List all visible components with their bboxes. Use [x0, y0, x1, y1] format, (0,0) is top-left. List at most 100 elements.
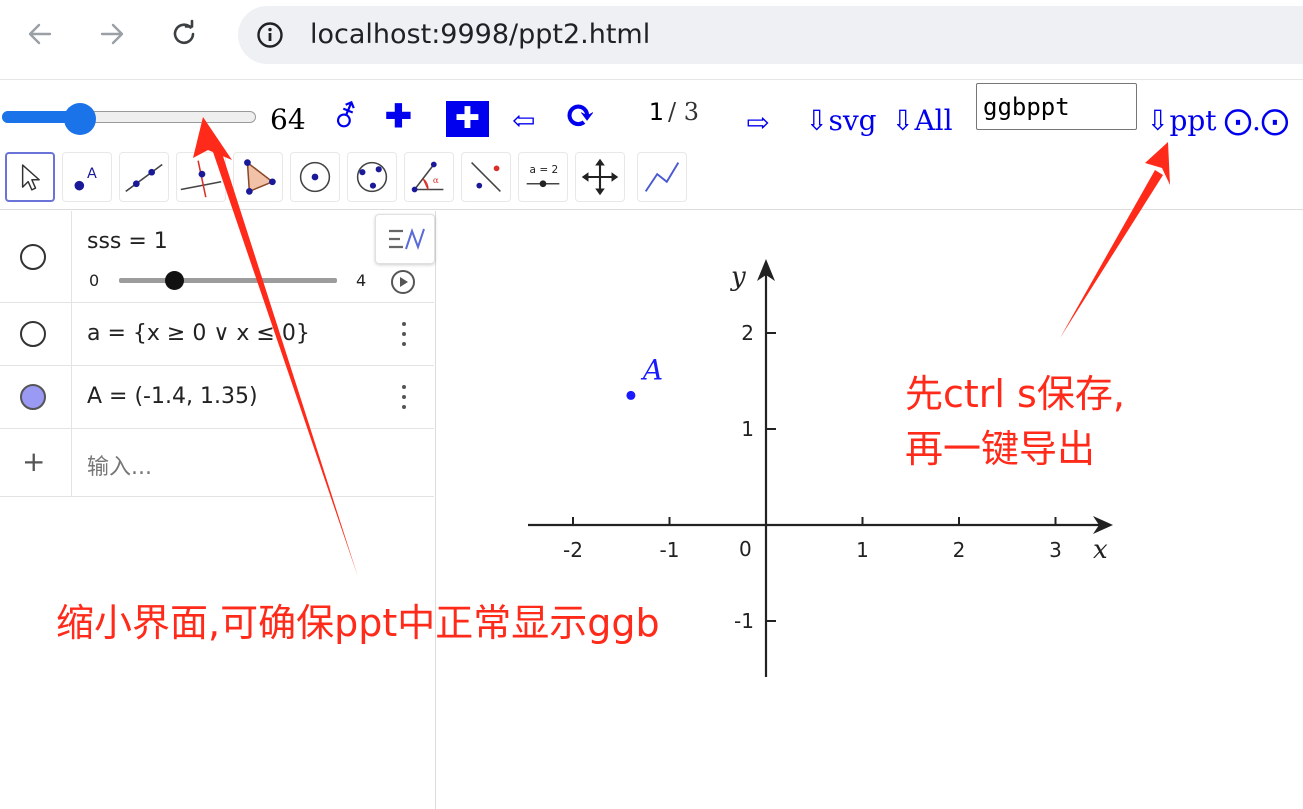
tool-angle[interactable]: α [404, 152, 454, 202]
angle-icon: α [411, 161, 444, 193]
visibility-toggle[interactable] [20, 321, 46, 347]
cursor-arrow-icon [21, 164, 40, 191]
export-svg-link[interactable]: ⇩svg [805, 104, 877, 137]
reload-button[interactable] [164, 14, 204, 54]
perpendicular-line-icon [180, 160, 222, 198]
row-marker [0, 303, 72, 365]
point-icon: A [74, 166, 97, 191]
point-a-label: A [640, 353, 663, 386]
row-definition[interactable]: a = {x ≥ 0 ∨ x ≤ 0} [87, 321, 310, 346]
x-tick-label: 3 [1049, 538, 1062, 562]
tool-circle-three-points[interactable] [347, 152, 397, 202]
add-page-button[interactable]: ✚ [446, 101, 489, 137]
x-tick-label: -1 [660, 538, 680, 562]
page-number-input[interactable] [616, 92, 668, 132]
algebra-style-icon [389, 228, 425, 250]
tool-polygon[interactable] [233, 152, 283, 202]
prev-page-icon[interactable]: ⇦ [512, 104, 535, 137]
polygon-icon [244, 159, 276, 195]
circle-center-icon [299, 161, 331, 193]
reload-icon [173, 19, 195, 44]
svg-text:a = 2: a = 2 [530, 164, 559, 176]
browser-chrome: localhost:9998/ppt2.html [0, 0, 1303, 80]
geogebra-toolbar: A α a = 2 [0, 146, 1303, 210]
more-options-icon[interactable] [398, 320, 410, 350]
back-arrow-icon [28, 23, 52, 45]
x-tick-label: -2 [563, 538, 583, 562]
function-graph-icon [644, 162, 680, 192]
algebra-input-placeholder[interactable]: 输入... [87, 449, 152, 481]
annotation-text-right-line2: 再一键导出 [905, 427, 1096, 471]
sss-slider-track[interactable] [119, 278, 337, 283]
tool-slider[interactable]: a = 2 [518, 152, 568, 202]
graph-canvas[interactable]: -2 -1 1 2 3 2 1 -1 x y 0 A [443, 211, 1303, 809]
zoom-slider-thumb[interactable] [63, 103, 96, 135]
site-info-icon[interactable] [256, 21, 284, 49]
page-total: / 3 [668, 98, 699, 126]
slider-max: 4 [356, 271, 367, 290]
url-text: localhost:9998/ppt2.html [310, 19, 651, 50]
tool-circle-center[interactable] [290, 152, 340, 202]
annotation-text-left: 缩小界面,可确保ppt中正常显示ggb [56, 601, 660, 645]
annotation-text-right-line1: 先ctrl s保存, [905, 372, 1125, 416]
x-axis-label: x [1093, 535, 1108, 565]
visibility-toggle[interactable] [20, 384, 46, 410]
next-page-icon[interactable]: ⇨ [746, 106, 769, 139]
reflect-icon [471, 162, 501, 192]
tool-point[interactable]: A [62, 152, 112, 202]
gender-icon[interactable]: ⚦ [333, 100, 358, 135]
tool-move[interactable] [5, 152, 55, 202]
slider-tool-icon: a = 2 [526, 164, 560, 188]
forward-arrow-icon [100, 23, 124, 45]
visibility-toggle[interactable] [20, 244, 46, 270]
refresh-icon[interactable]: ⟳ [564, 92, 596, 137]
tool-line[interactable] [119, 152, 169, 202]
y-tick-label: 1 [741, 417, 754, 441]
algebra-style-bar-button[interactable] [375, 214, 435, 264]
file-name-input[interactable] [976, 83, 1137, 130]
origin-label: 0 [739, 537, 752, 561]
y-tick-label: 2 [741, 321, 754, 345]
row-marker [0, 366, 72, 428]
svg-text:α: α [433, 176, 439, 186]
sss-slider-thumb[interactable] [164, 271, 184, 290]
export-ppt-link[interactable]: ⇩ppt [1146, 104, 1217, 137]
tool-perpendicular[interactable] [176, 152, 226, 202]
row-marker: + [0, 429, 72, 496]
x-tick-label: 2 [953, 538, 966, 562]
dots-icon[interactable]: ⨀.⨀ [1224, 104, 1289, 137]
circle-three-points-icon [356, 161, 388, 193]
add-icon[interactable]: + [22, 445, 45, 478]
tool-reflect[interactable] [461, 152, 511, 202]
row-definition[interactable]: sss = 1 [87, 229, 168, 254]
y-ticks: 2 1 -1 [734, 321, 776, 633]
y-tick-label: -1 [734, 609, 754, 633]
export-all-link[interactable]: ⇩All [891, 104, 953, 137]
row-marker [0, 211, 72, 302]
algebra-row-A[interactable]: A = (-1.4, 1.35) [0, 366, 434, 429]
row-definition[interactable]: A = (-1.4, 1.35) [87, 384, 258, 409]
x-ticks: -2 -1 1 2 3 [563, 517, 1062, 562]
slider-min: 0 [89, 271, 100, 290]
address-bar[interactable]: localhost:9998/ppt2.html [238, 6, 1303, 64]
point-a[interactable] [626, 390, 636, 400]
algebra-view: sss = 1 0 4 a = {x ≥ 0 ∨ x ≤ 0} A = (-1.… [0, 211, 436, 809]
graphics-view[interactable]: -2 -1 1 2 3 2 1 -1 x y 0 A [443, 211, 1303, 809]
play-icon[interactable] [390, 269, 416, 295]
add-icon[interactable]: ✚ [385, 97, 412, 135]
move-arrows-icon [581, 158, 619, 196]
algebra-row-sss[interactable]: sss = 1 0 4 [0, 211, 434, 303]
svg-text:A: A [87, 166, 97, 182]
zoom-value: 64 [270, 103, 306, 136]
y-axis-label: y [730, 262, 746, 292]
line-icon [125, 163, 163, 193]
tool-move-graphics[interactable] [575, 152, 625, 202]
algebra-input-row[interactable]: + 输入... [0, 429, 434, 497]
x-tick-label: 1 [856, 538, 869, 562]
algebra-row-a[interactable]: a = {x ≥ 0 ∨ x ≤ 0} [0, 303, 434, 366]
back-button[interactable] [20, 14, 60, 54]
tool-function[interactable] [637, 152, 687, 202]
zoom-slider[interactable] [2, 103, 258, 135]
forward-button[interactable] [92, 14, 132, 54]
more-options-icon[interactable] [398, 383, 410, 413]
